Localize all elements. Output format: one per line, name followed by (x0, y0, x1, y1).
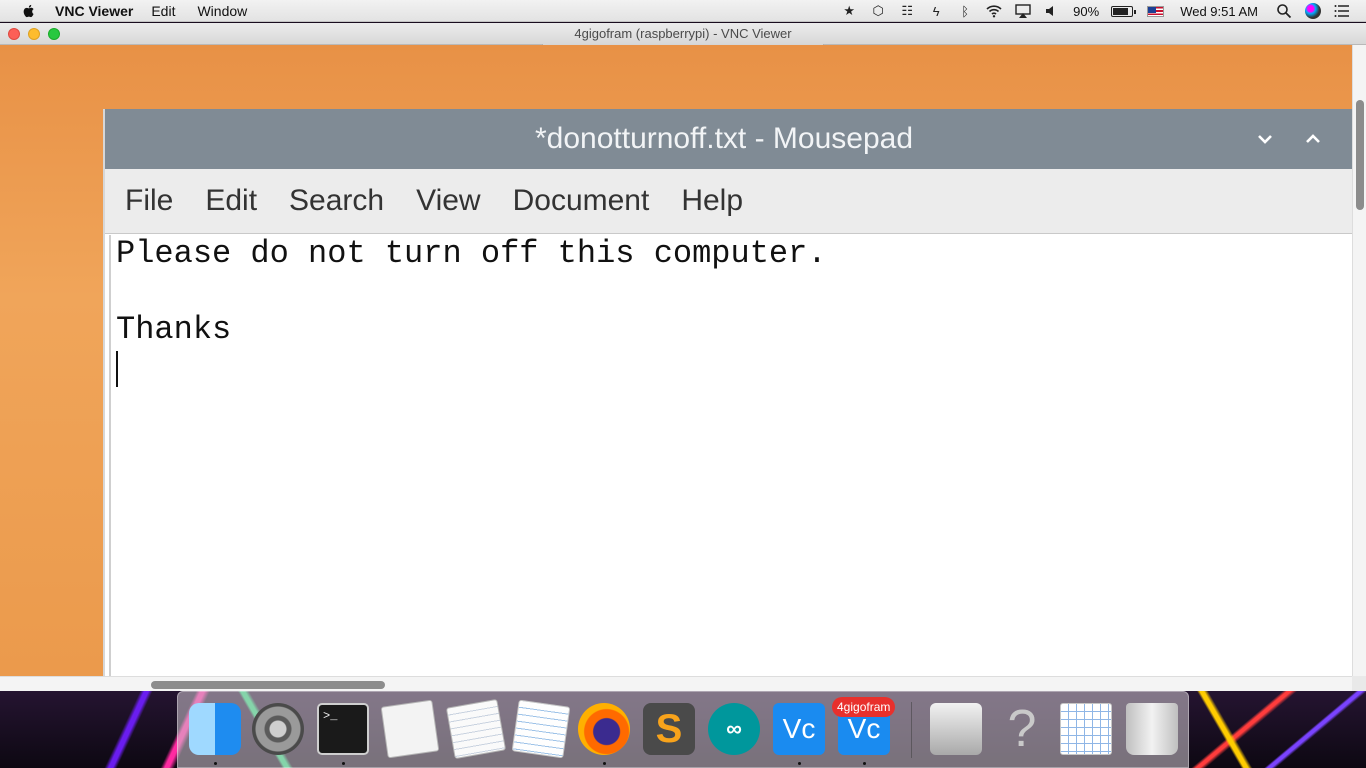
close-button[interactable] (8, 28, 20, 40)
menu-window[interactable]: Window (197, 3, 247, 19)
horizontal-scrollbar[interactable] (0, 676, 1352, 691)
finder-icon[interactable] (189, 703, 241, 755)
menu-edit[interactable]: Edit (151, 3, 175, 19)
vnc-window-title: 4gigofram (raspberrypi) - VNC Viewer (574, 26, 792, 41)
wifi-icon[interactable] (986, 3, 1002, 19)
vnc-viewer-icon[interactable]: Vc (773, 703, 825, 755)
zoom-button[interactable] (48, 28, 60, 40)
editor-line: Thanks (116, 311, 232, 348)
minimize-button[interactable] (28, 28, 40, 40)
siri-icon[interactable] (1305, 3, 1321, 19)
menu-edit[interactable]: Edit (205, 184, 257, 218)
editor-line-cursor (116, 349, 1352, 387)
mousepad-menu-bar: File Edit Search View Document Help (105, 169, 1352, 234)
remote-desktop[interactable]: *donotturnoff.txt - Mousepad File Edit S… (0, 45, 1352, 676)
system-preferences-icon[interactable] (252, 703, 304, 755)
mousepad-title-bar[interactable]: *donotturnoff.txt - Mousepad (105, 109, 1352, 169)
vertical-scrollbar[interactable] (1352, 45, 1366, 676)
trash-icon[interactable] (1126, 703, 1178, 755)
chevron-up-icon[interactable] (1301, 127, 1325, 151)
menu-file[interactable]: File (125, 184, 173, 218)
dock: >_ S ∞ Vc Vc 4gigofram ? (177, 691, 1189, 768)
us-flag-icon[interactable] (1147, 5, 1165, 17)
chevron-down-icon[interactable] (1253, 127, 1277, 151)
menu-document[interactable]: Document (513, 184, 650, 218)
menu-app-name[interactable]: VNC Viewer (55, 3, 133, 19)
textedit-icon[interactable] (511, 699, 571, 759)
vnc-viewer-window: 4gigofram (raspberrypi) - VNC Viewer *do… (0, 23, 1366, 691)
running-indicator (798, 762, 801, 765)
mousepad-window-title: *donotturnoff.txt - Mousepad (534, 122, 914, 155)
menu-help[interactable]: Help (681, 184, 743, 218)
spotlight-icon[interactable] (1276, 3, 1292, 19)
notification-center-icon[interactable] (1334, 3, 1350, 19)
vnc-title-bar[interactable]: 4gigofram (raspberrypi) - VNC Viewer (0, 23, 1366, 48)
running-indicator (603, 762, 606, 765)
battery-icon[interactable] (1111, 5, 1137, 17)
calendar-document-icon[interactable] (1060, 703, 1112, 755)
script-editor-icon[interactable] (380, 699, 440, 759)
firefox-icon[interactable] (578, 703, 630, 755)
apple-icon[interactable] (21, 3, 37, 19)
menu-bar: VNC Viewer Edit Window ★ ⬡ ☷ ϟ ᛒ 90% Wed… (0, 0, 1366, 22)
running-indicator (863, 762, 866, 765)
arduino-glyph: ∞ (726, 716, 742, 741)
vnc-viewer-session-icon[interactable]: Vc 4gigofram (832, 697, 896, 755)
document-icon[interactable] (445, 698, 507, 760)
sublime-glyph: S (655, 707, 683, 751)
sublime-text-icon[interactable]: S (643, 703, 695, 755)
bluetooth-icon[interactable]: ᛒ (957, 3, 973, 19)
help-glyph: ? (1007, 700, 1037, 758)
terminal-glyph: >_ (323, 709, 338, 723)
vnc-glyph: Vc (847, 713, 881, 744)
mousepad-window: *donotturnoff.txt - Mousepad File Edit S… (105, 109, 1352, 676)
editor-line: Please do not turn off this computer. (116, 235, 827, 272)
volume-icon[interactable] (1044, 3, 1060, 19)
help-icon[interactable]: ? (996, 703, 1048, 755)
vnc-glyph: Vc (782, 713, 816, 744)
menu-view[interactable]: View (416, 184, 480, 218)
drive-icon[interactable]: ☷ (899, 3, 915, 19)
bolt-icon[interactable]: ϟ (928, 3, 944, 19)
text-cursor (116, 351, 118, 387)
menu-search[interactable]: Search (289, 184, 384, 218)
battery-fill (1113, 7, 1128, 15)
text-editor-area[interactable]: Please do not turn off this computer. Th… (109, 235, 1352, 676)
vertical-scroll-thumb[interactable] (1356, 100, 1364, 210)
arduino-icon[interactable]: ∞ (708, 703, 760, 755)
running-indicator (214, 762, 217, 765)
airplay-icon[interactable] (1015, 3, 1031, 19)
preview-icon[interactable] (930, 703, 982, 755)
star-icon[interactable]: ★ (841, 3, 857, 19)
cube-icon[interactable]: ⬡ (870, 3, 886, 19)
running-indicator (342, 762, 345, 765)
status-area: ★ ⬡ ☷ ϟ ᛒ 90% Wed 9:51 AM (841, 0, 1366, 22)
horizontal-scroll-thumb[interactable] (151, 681, 385, 689)
dock-separator (911, 702, 912, 758)
clock[interactable]: Wed 9:51 AM (1180, 4, 1258, 19)
dock-badge: 4gigofram (832, 697, 896, 717)
terminal-icon[interactable]: >_ (317, 703, 369, 755)
battery-percent[interactable]: 90% (1073, 4, 1099, 19)
